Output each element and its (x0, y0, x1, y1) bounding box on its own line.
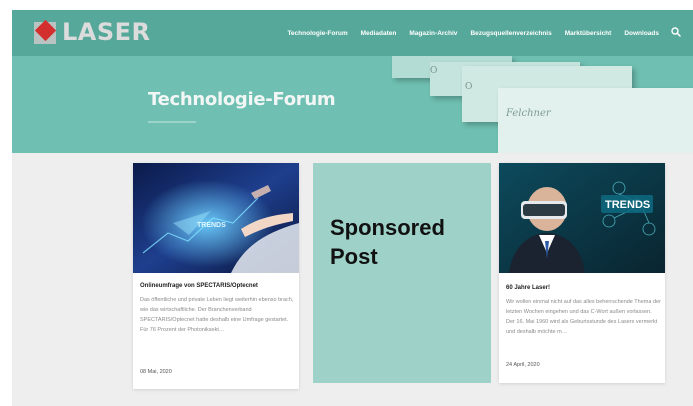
site-logo[interactable]: LASER (34, 17, 151, 47)
nav-item-marktuebersicht[interactable]: Marktübersicht (565, 30, 612, 37)
title-underline (148, 121, 196, 123)
nav-item-magazin-archiv[interactable]: Magazin-Archiv (409, 30, 457, 37)
site-header: LASER Technologie-Forum Mediadaten Magaz… (12, 10, 693, 56)
article-title[interactable]: Onlineumfrage von SPECTARIS/Optecnet (140, 283, 258, 289)
article-image[interactable]: TRENDS (133, 163, 299, 273)
article-date: 24 April, 2020 (506, 362, 540, 368)
hero-plate-logo-icon: O (430, 66, 438, 76)
nav-item-bezugsquellenverzeichnis[interactable]: Bezugsquellenverzeichnis (470, 30, 551, 37)
hero-banner: O O Felchner Technologie-Forum (12, 56, 693, 153)
article-card[interactable]: TRENDS Onlineumfrage von SPECTARIS/Optec… (133, 163, 299, 389)
image-trends-label: TRENDS (605, 199, 650, 211)
logo-text: LASER (62, 18, 151, 46)
hero-plate-brand: Felchner (506, 108, 551, 119)
hero-plate-logo-icon: O (465, 82, 473, 92)
nav-item-mediadaten[interactable]: Mediadaten (361, 30, 397, 37)
sponsored-post[interactable]: Sponsored Post (313, 163, 491, 383)
article-image[interactable]: TRENDS (499, 163, 665, 273)
search-icon[interactable] (671, 27, 683, 39)
content-area: TRENDS Onlineumfrage von SPECTARIS/Optec… (12, 153, 693, 406)
main-nav: Technologie-Forum Mediadaten Magazin-Arc… (274, 10, 683, 56)
article-excerpt: Das öffentliche und private Leben liegt … (140, 297, 294, 333)
logo-mark-icon (34, 19, 60, 45)
sponsored-label: Sponsored Post (330, 215, 445, 269)
nav-item-technologie-forum[interactable]: Technologie-Forum (287, 30, 347, 37)
nav-item-downloads[interactable]: Downloads (624, 30, 659, 37)
article-title[interactable]: 60 Jahre Laser! (506, 285, 550, 291)
image-trends-label: TRENDS (197, 222, 226, 229)
page-title: Technologie-Forum (148, 89, 336, 110)
article-excerpt: Wir wollen einmal nicht auf das alles be… (506, 299, 661, 335)
article-date: 08 Mai, 2020 (140, 369, 172, 375)
hero-plate (498, 88, 693, 153)
page: LASER Technologie-Forum Mediadaten Magaz… (0, 0, 693, 406)
article-card[interactable]: TRENDS 60 Jahre Laser! Wir wollen einmal… (499, 163, 665, 383)
